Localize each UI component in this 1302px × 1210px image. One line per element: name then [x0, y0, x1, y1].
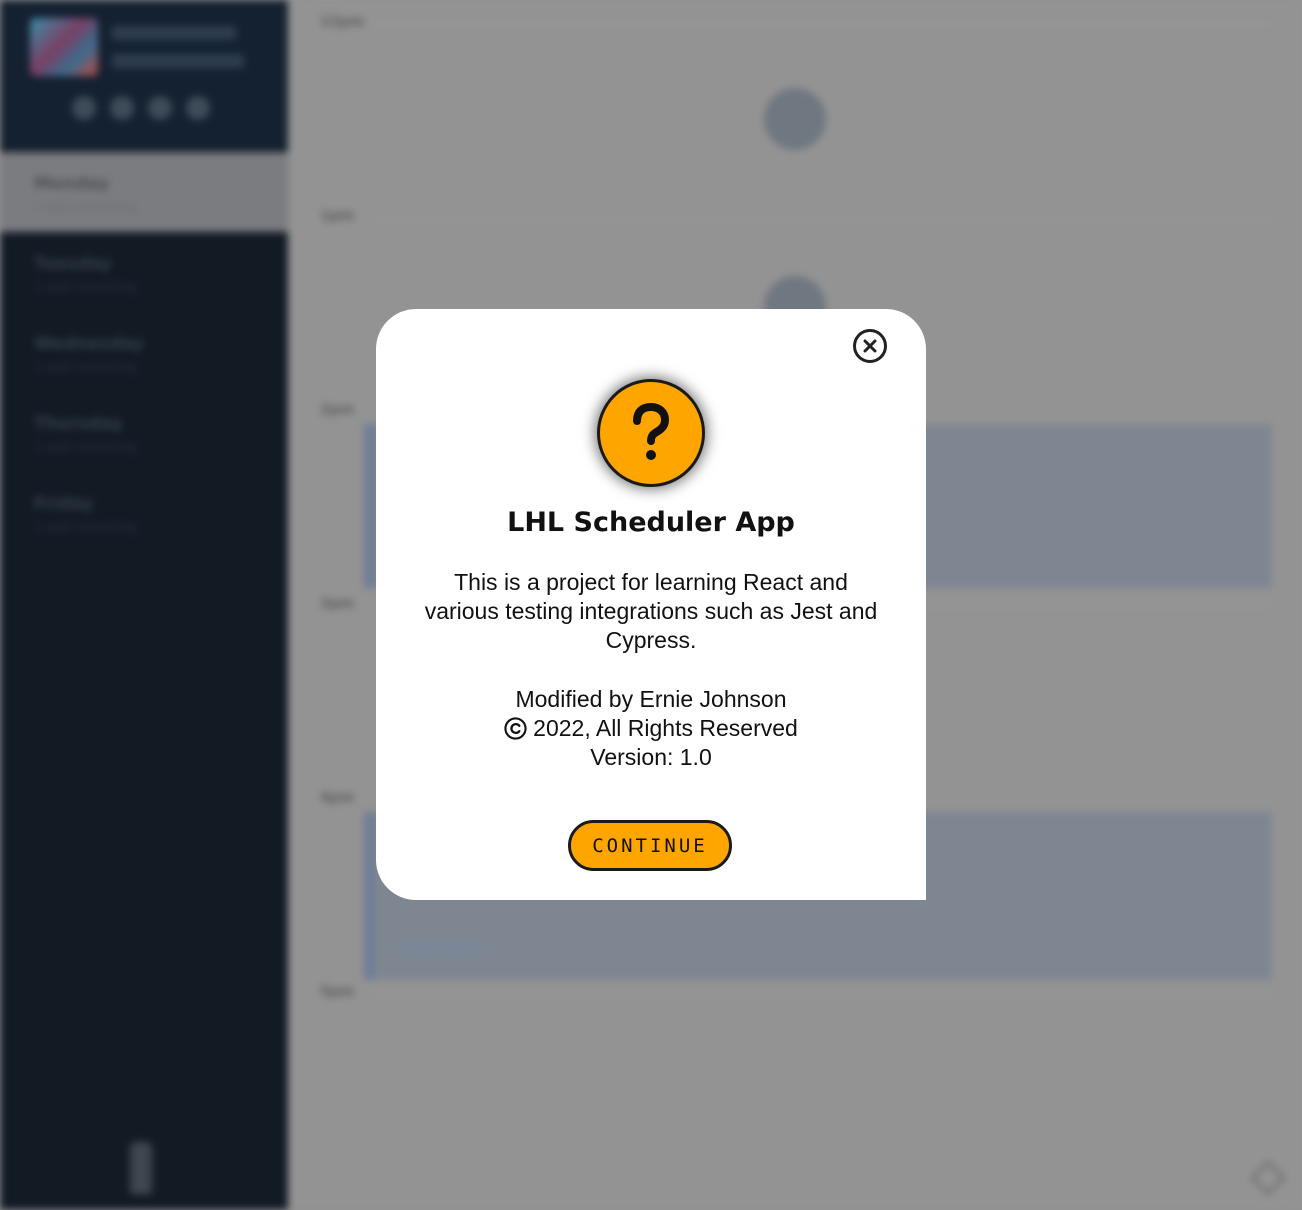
modified-by-text: Modified by Ernie Johnson: [515, 686, 787, 712]
appointment-interviewer: Interviewer: [402, 940, 482, 956]
add-appointment-icon[interactable]: [764, 88, 826, 150]
copyright-line: 2022, All Rights Reserved: [376, 714, 926, 743]
day-name: Monday: [34, 174, 109, 194]
day-spots: 1 spot remaining: [34, 520, 136, 534]
time-label: 2pm: [320, 402, 355, 418]
lighthouse-logo: [130, 1142, 152, 1194]
sidebar-header: [0, 0, 288, 148]
logo-text: [112, 26, 236, 40]
time-label: 5pm: [320, 984, 355, 1000]
close-icon: [863, 339, 877, 353]
question-badge: [597, 379, 705, 487]
day-spots: 1 spot remaining: [34, 440, 136, 454]
day-name: Thursday: [34, 414, 123, 434]
hour-divider: [370, 994, 1272, 995]
modal-title: LHL Scheduler App: [507, 507, 795, 538]
hour-divider: [370, 24, 1272, 25]
day-item-monday[interactable]: Monday 1 spot remaining: [0, 152, 288, 232]
logo-text: [112, 54, 244, 68]
app-logo: [30, 18, 98, 76]
time-label: 12pm: [320, 14, 365, 30]
day-name: Tuesday: [34, 254, 112, 274]
day-name: Friday: [34, 494, 93, 514]
modal-description: This is a project for learning React and…: [416, 568, 886, 655]
sidebar: Monday 1 spot remaining Tuesday 1 spot r…: [0, 0, 288, 1210]
copyright-text: 2022, All Rights Reserved: [533, 715, 798, 741]
day-spots: 1 spot remaining: [34, 360, 136, 374]
day-item-thursday[interactable]: Thursday 1 spot remaining: [0, 392, 288, 472]
info-icon[interactable]: [186, 96, 210, 120]
version-text: Version: 1.0: [590, 744, 712, 770]
day-spots: 1 spot remaining: [34, 200, 136, 214]
modal-meta: Modified by Ernie Johnson 2022, All Righ…: [376, 685, 926, 772]
day-item-friday[interactable]: Friday 1 spot remaining: [0, 472, 288, 552]
day-name: Wednesday: [34, 334, 144, 354]
day-item-wednesday[interactable]: Wednesday 1 spot remaining: [0, 312, 288, 392]
close-button[interactable]: [853, 329, 887, 363]
question-icon: [633, 403, 669, 460]
linkedin-icon[interactable]: [110, 96, 134, 120]
time-label: 4pm: [320, 790, 355, 806]
continue-button[interactable]: CONTINUE: [568, 820, 732, 871]
diamond-icon: [1251, 1161, 1285, 1195]
day-item-tuesday[interactable]: Tuesday 1 spot remaining: [0, 232, 288, 312]
description-text: This is a project for learning React and…: [424, 569, 878, 653]
twitter-icon[interactable]: [148, 96, 172, 120]
about-modal: LHL Scheduler App This is a project for …: [376, 309, 926, 900]
hour-divider: [370, 218, 1272, 219]
time-label: 3pm: [320, 596, 355, 612]
copyright-icon: [504, 717, 527, 740]
github-icon[interactable]: [72, 96, 96, 120]
time-label: 1pm: [320, 208, 355, 224]
day-spots: 1 spot remaining: [34, 280, 136, 294]
